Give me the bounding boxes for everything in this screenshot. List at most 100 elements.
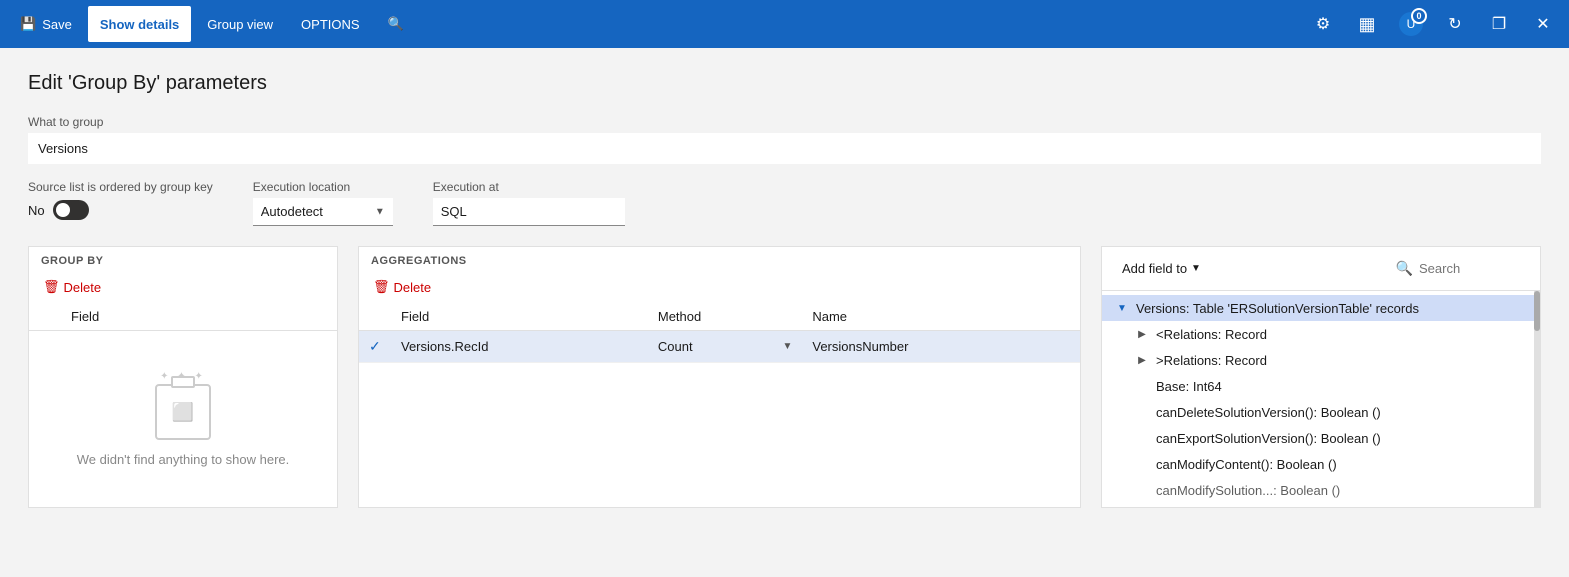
group-by-toolbar: 🗑 Delete xyxy=(29,271,337,303)
source-ordered-label: Source list is ordered by group key xyxy=(28,180,213,194)
save-label: Save xyxy=(42,17,72,32)
tree-item-base[interactable]: Base: Int64 xyxy=(1102,373,1540,399)
left-panels: GROUP BY 🗑 Delete Field xyxy=(28,246,1081,508)
agg-row-check: ✓ xyxy=(359,331,391,363)
close-icon: ✕ xyxy=(1536,14,1549,34)
expand-icon: ▶ xyxy=(1134,352,1150,368)
search-icon: 🔍 xyxy=(1396,260,1413,277)
close-button[interactable]: ✕ xyxy=(1525,6,1561,42)
empty-message: We didn't find anything to show here. xyxy=(77,452,290,467)
tree-item-can-modify-content[interactable]: canModifyContent(): Boolean () xyxy=(1102,451,1540,477)
expand-icon: ▶ xyxy=(1134,326,1150,342)
page-title: Edit 'Group By' parameters xyxy=(28,72,1541,95)
restore-icon: ❐ xyxy=(1492,14,1506,34)
box-icon: ⬜ xyxy=(172,402,194,423)
options-row: Source list is ordered by group key No E… xyxy=(28,180,1541,226)
trash-icon: 🗑 xyxy=(373,279,390,295)
tree-label: <Relations: Record xyxy=(1156,327,1267,342)
group-view-button[interactable]: Group view xyxy=(195,6,285,42)
office-icon: ▦ xyxy=(1358,14,1375,35)
search-icon: 🔍 xyxy=(388,16,404,32)
agg-name-header: Name xyxy=(802,303,1080,331)
group-by-field-header: Field xyxy=(61,303,337,331)
agg-field-header: Field xyxy=(391,303,648,331)
titlebar-right: ⚙ ▦ U 0 ↻ ❐ ✕ xyxy=(1305,6,1561,42)
group-by-panel: GROUP BY 🗑 Delete Field xyxy=(28,246,338,508)
tree-container: ▼ Versions: Table 'ERSolutionVersionTabl… xyxy=(1102,291,1540,507)
table-row[interactable]: ✓ Versions.RecId Count ▼ VersionsNumber xyxy=(359,331,1080,363)
group-view-label: Group view xyxy=(207,17,273,32)
tree-item-relations-out[interactable]: ▶ >Relations: Record xyxy=(1102,347,1540,373)
settings-icon-button[interactable]: ⚙ xyxy=(1305,6,1341,42)
scrollbar-track xyxy=(1534,291,1540,507)
tree-label: canExportSolutionVersion(): Boolean () xyxy=(1156,431,1381,446)
tree-label: >Relations: Record xyxy=(1156,353,1267,368)
tree-label: canModifySolution...: Boolean () xyxy=(1156,483,1340,498)
tree-item-can-export[interactable]: canExportSolutionVersion(): Boolean () xyxy=(1102,425,1540,451)
method-chevron-icon: ▼ xyxy=(782,341,792,352)
source-ordered-toggle[interactable] xyxy=(53,200,89,220)
aggregations-section-label: AGGREGATIONS xyxy=(359,247,1080,271)
restore-button[interactable]: ❐ xyxy=(1481,6,1517,42)
agg-field-cell: Versions.RecId xyxy=(391,331,648,363)
execution-at-label: Execution at xyxy=(433,180,625,194)
what-to-group-label: What to group xyxy=(28,115,1541,129)
delete-label: Delete xyxy=(394,280,432,295)
agg-method-header: Method xyxy=(648,303,802,331)
office-icon-button[interactable]: ▦ xyxy=(1349,6,1385,42)
titlebar: 💾 Save Show details Group view OPTIONS 🔍… xyxy=(0,0,1569,48)
group-by-empty-state: ✦ ✦ ✦ ⬜ We didn't find anything to show … xyxy=(29,331,337,507)
options-label: OPTIONS xyxy=(301,17,360,32)
what-to-group-input[interactable] xyxy=(28,133,1541,164)
show-details-button[interactable]: Show details xyxy=(88,6,191,42)
method-cell-wrapper: Count ▼ xyxy=(658,339,792,354)
main-content: Edit 'Group By' parameters What to group… xyxy=(0,48,1569,577)
add-field-chevron-icon: ▼ xyxy=(1191,263,1201,274)
execution-at-input[interactable] xyxy=(433,198,625,226)
empty-icon-wrapper: ✦ ✦ ✦ ⬜ xyxy=(155,371,211,440)
aggregations-delete-button[interactable]: 🗑 Delete xyxy=(367,275,437,299)
group-by-section-label: GROUP BY xyxy=(29,247,337,271)
agg-check-header xyxy=(359,303,391,331)
settings-icon: ⚙ xyxy=(1316,14,1330,34)
execution-location-select[interactable]: Autodetect xyxy=(253,198,393,226)
toggle-value: No xyxy=(28,203,45,218)
tree-item-versions[interactable]: ▼ Versions: Table 'ERSolutionVersionTabl… xyxy=(1102,295,1540,321)
source-ordered-group: Source list is ordered by group key No xyxy=(28,180,213,220)
search-button[interactable]: 🔍 xyxy=(376,6,416,42)
refresh-icon: ↻ xyxy=(1448,14,1461,34)
field-panel-header: Add field to ▼ 🔍 xyxy=(1102,247,1540,291)
tree-label: canDeleteSolutionVersion(): Boolean () xyxy=(1156,405,1381,420)
search-input[interactable] xyxy=(1419,261,1519,276)
tree-item-can-modify-solution[interactable]: canModifySolution...: Boolean () xyxy=(1102,477,1540,503)
save-icon: 💾 xyxy=(20,16,36,32)
tree-label: Base: Int64 xyxy=(1156,379,1222,394)
checkmark-icon: ✓ xyxy=(369,338,381,354)
trash-icon: 🗑 xyxy=(43,279,60,295)
agg-method-cell: Count ▼ xyxy=(648,331,802,363)
user-icon-button[interactable]: U 0 xyxy=(1393,6,1429,42)
execution-at-group: Execution at xyxy=(433,180,625,226)
show-details-label: Show details xyxy=(100,17,179,32)
delete-label: Delete xyxy=(64,280,102,295)
execution-location-label: Execution location xyxy=(253,180,393,194)
tree-label: canModifyContent(): Boolean () xyxy=(1156,457,1337,472)
expand-icon: ▼ xyxy=(1114,300,1130,316)
add-field-label: Add field to xyxy=(1122,261,1187,276)
tree-item-relations-in[interactable]: ▶ <Relations: Record xyxy=(1102,321,1540,347)
aggregations-panel: AGGREGATIONS 🗑 Delete Field Method Name xyxy=(358,246,1081,508)
group-by-table: Field xyxy=(29,303,337,331)
tree-label: Versions: Table 'ERSolutionVersionTable'… xyxy=(1136,301,1419,316)
refresh-button[interactable]: ↻ xyxy=(1437,6,1473,42)
scrollbar-thumb[interactable] xyxy=(1534,291,1540,331)
options-button[interactable]: OPTIONS xyxy=(289,6,372,42)
empty-box-icon: ⬜ xyxy=(155,384,211,440)
aggregations-table: Field Method Name ✓ Versions.RecId xyxy=(359,303,1080,363)
tree-item-can-delete[interactable]: canDeleteSolutionVersion(): Boolean () xyxy=(1102,399,1540,425)
group-by-delete-button[interactable]: 🗑 Delete xyxy=(37,275,107,299)
execution-location-group: Execution location Autodetect ▼ xyxy=(253,180,393,226)
agg-name-cell: VersionsNumber xyxy=(802,331,1080,363)
search-box: 🔍 xyxy=(1387,255,1528,282)
save-button[interactable]: 💾 Save xyxy=(8,6,84,42)
add-field-button[interactable]: Add field to ▼ xyxy=(1114,257,1209,280)
